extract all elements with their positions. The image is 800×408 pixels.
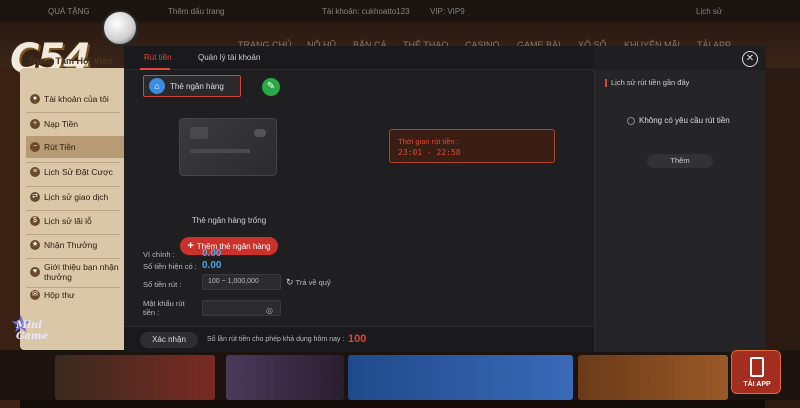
refresh-icon: ↻ [286, 277, 294, 287]
mini-game-logo[interactable]: ★ Mini Game [10, 310, 62, 342]
casino-banner[interactable] [226, 355, 344, 400]
sidebar-item-label: Lịch sử giao dịch [44, 192, 109, 202]
wallet-label: Ví chính : [143, 250, 175, 259]
daily-limit-text: Số lần rút tiền cho phép khả dụng hôm na… [207, 336, 345, 343]
plus-icon: + [187, 240, 194, 252]
sidebar-item-label: Lịch Sử Đặt Cược [44, 167, 113, 177]
sidebar-item-deposit[interactable]: + Nạp Tiền [26, 113, 124, 135]
withdraw-time-value: 23:01 - 22:58 [398, 148, 461, 157]
amount-input[interactable]: 100 ~ 1,000,000 [202, 274, 281, 290]
more-button[interactable]: Thêm [647, 154, 713, 168]
sidebar-item-withdraw[interactable]: − Rút Tiền [26, 136, 124, 158]
withdraw-time-title: Thời gian rút tiền : [398, 137, 459, 146]
topbar-history[interactable]: Lịch sử [696, 7, 722, 16]
bank-card-tab[interactable]: ⌂ Thẻ ngân hàng [143, 75, 241, 97]
user-icon: ● [30, 94, 40, 104]
withdraw-password-input[interactable]: ◎ [202, 300, 281, 316]
sidebar-item-referral[interactable]: ♥ Giới thiệu bạn nhận thưởng [26, 259, 124, 285]
mail-icon: ✉ [30, 290, 40, 300]
withdraw-time-box: Thời gian rút tiền : 23:01 - 22:58 [389, 129, 555, 163]
modal-footer: Xác nhận Số lần rút tiền cho phép khả dụ… [124, 326, 594, 352]
sidebar-item-my-account[interactable]: ● Tài khoản của tôi [26, 88, 124, 110]
refund-label: Trả về quỹ [295, 278, 331, 287]
phone-icon [750, 357, 764, 377]
bank-icon: ⌂ [149, 78, 165, 94]
sidebar-item-label: Rút Tiền [44, 142, 76, 152]
close-icon[interactable]: ✕ [742, 51, 758, 67]
tab-account-management[interactable]: Quản lý tài khoản [198, 53, 260, 62]
amount-label: Số tiền rút : [143, 280, 182, 289]
eye-hidden-icon[interactable]: ◎ [266, 304, 273, 318]
deposit-icon: + [30, 119, 40, 129]
confirm-button[interactable]: Xác nhận [140, 332, 198, 348]
download-app-button[interactable]: TẢI APP [731, 350, 781, 394]
sports-banner[interactable] [55, 355, 215, 400]
withdraw-icon: − [30, 142, 40, 152]
sidebar-item-bet-history[interactable]: ≡ Lịch Sử Đặt Cược [26, 161, 124, 183]
sidebar-item-mailbox[interactable]: ✉ Hộp thư [26, 284, 124, 306]
sidebar-item-label: Hộp thư [44, 290, 75, 300]
empty-icon [627, 116, 635, 125]
topbar-bookmark[interactable]: Thêm dấu trang [168, 7, 224, 16]
wallet-value: 0.00 [202, 248, 222, 259]
sidebar-item-label: Nạp Tiền [44, 119, 79, 129]
tab-withdraw[interactable]: Rút tiền [144, 53, 172, 62]
soccer-ball-icon [102, 10, 138, 46]
modal-tabs: Rút tiền Quản lý tài khoản [124, 46, 594, 70]
withdraw-history-panel: Lịch sử rút tiền gần đây Không có yêu cầ… [594, 70, 766, 352]
history-title-text: Lịch sử rút tiền gần đây [611, 78, 690, 87]
sidebar-item-profit-loss[interactable]: $ Lịch sử lãi lỗ [26, 210, 124, 232]
withdraw-form-panel: ⌂ Thẻ ngân hàng ✎ Thẻ ngân hàng trống + … [124, 70, 594, 326]
mini-game-text: Mini Game [16, 320, 48, 342]
sidebar-item-transactions[interactable]: ⇄ Lịch sử giao dịch [26, 186, 124, 208]
bank-card-tab-label: Thẻ ngân hàng [170, 81, 224, 91]
member-sidebar: Trung Tâm Hội Viên ● Tài khoản của tôi +… [20, 56, 124, 350]
slots-banner[interactable] [578, 355, 728, 400]
topbar-vip: VIP: VIP9 [430, 7, 465, 16]
withdraw-modal: Rút tiền Quản lý tài khoản ⌂ Thẻ ngân hà… [124, 46, 766, 352]
sidebar-item-label: Lịch sử lãi lỗ [44, 216, 92, 226]
profit-icon: $ [30, 216, 40, 226]
no-request-text: Không có yêu cầu rút tiền [639, 116, 730, 125]
download-app-label: TẢI APP [743, 381, 771, 388]
edit-icon[interactable]: ✎ [262, 78, 280, 96]
referral-icon: ♥ [30, 267, 40, 277]
sidebar-item-label: Giới thiệu bạn nhận thưởng [44, 262, 119, 282]
password-label: Mật khẩu rút tiền : [143, 299, 185, 317]
transaction-icon: ⇄ [30, 192, 40, 202]
topbar-account: Tài khoản: cukhoatto123 [322, 7, 410, 16]
sidebar-header: Trung Tâm Hội Viên [28, 56, 113, 66]
history-title: Lịch sử rút tiền gần đây [605, 78, 690, 88]
bank-card-placeholder-icon [179, 118, 277, 176]
available-label: Số tiền hiện có : [143, 262, 197, 271]
sidebar-item-label: Tài khoản của tôi [44, 94, 109, 104]
empty-card-label: Thẻ ngân hàng trống [191, 216, 267, 225]
fishing-banner[interactable] [348, 355, 573, 400]
no-request-message: Không có yêu cầu rút tiền [627, 116, 730, 125]
daily-limit-value: 100 [348, 333, 367, 345]
reward-icon: ★ [30, 240, 40, 250]
refund-button[interactable]: ↻ Trả về quỹ [286, 277, 331, 288]
bet-history-icon: ≡ [30, 167, 40, 177]
sidebar-item-rewards[interactable]: ★ Nhận Thưởng [26, 234, 124, 256]
available-value: 0.00 [202, 260, 222, 271]
add-bank-card-button[interactable]: + Thêm thẻ ngân hàng [180, 237, 278, 255]
sidebar-item-label: Nhận Thưởng [44, 240, 98, 250]
